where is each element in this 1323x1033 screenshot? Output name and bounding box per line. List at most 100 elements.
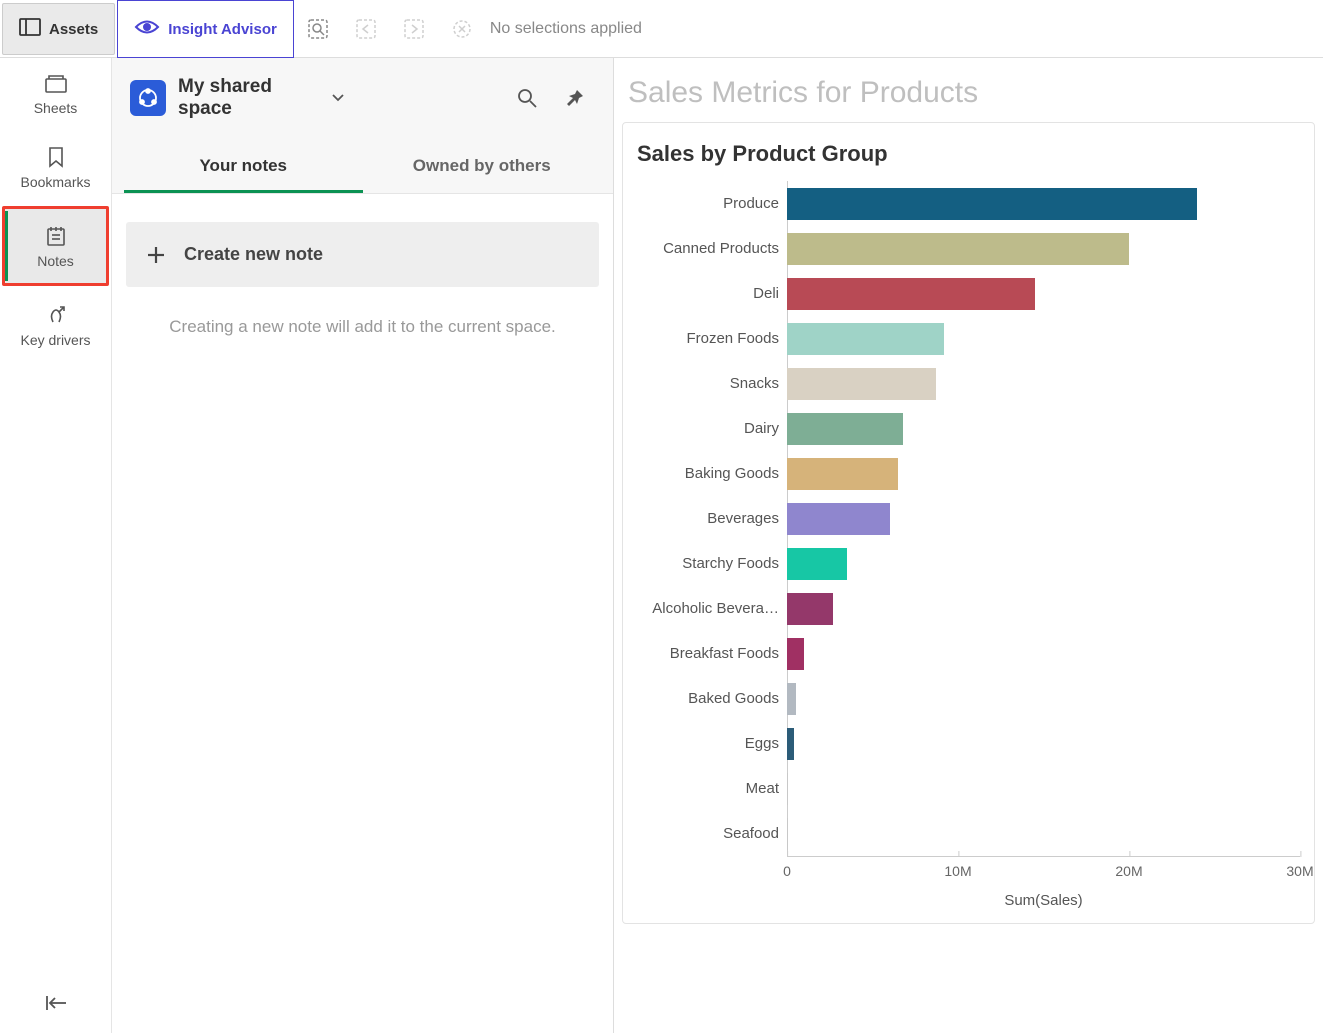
bar-label: Deli: [637, 285, 787, 302]
collapse-nav-button[interactable]: [0, 973, 111, 1033]
bar-fill[interactable]: [787, 413, 903, 445]
nav-keydrivers[interactable]: Key drivers: [0, 288, 111, 362]
bar-fill[interactable]: [787, 683, 796, 715]
bar-fill[interactable]: [787, 323, 944, 355]
bar-row: Canned Products: [637, 226, 1300, 271]
bar-row: Baked Goods: [637, 676, 1300, 721]
bar-row: Meat: [637, 766, 1300, 811]
bar-fill[interactable]: [787, 593, 833, 625]
bar-row: Dairy: [637, 406, 1300, 451]
chart-area: Sales Metrics for Products Sales by Prod…: [614, 58, 1323, 1033]
bar-fill[interactable]: [787, 773, 788, 805]
bar-label: Produce: [637, 195, 787, 212]
bar-label: Beverages: [637, 510, 787, 527]
nav-notes-highlight: Notes: [2, 206, 109, 286]
keydrivers-icon: [45, 304, 67, 326]
bar-label: Breakfast Foods: [637, 645, 787, 662]
bar-row: Starchy Foods: [637, 541, 1300, 586]
x-tick: 20M: [1115, 857, 1142, 879]
bar-label: Canned Products: [637, 240, 787, 257]
bar-fill[interactable]: [787, 458, 898, 490]
notes-panel: My shared space Your notes Owned by othe…: [112, 58, 614, 1033]
bar-chart: Produce Canned Products Deli Frozen Foods Sn…: [637, 181, 1300, 856]
bar-label: Meat: [637, 780, 787, 797]
x-tick: 30M: [1286, 857, 1313, 879]
nav-label: Notes: [37, 253, 74, 269]
top-toolbar: Assets Insight Advisor No selections app…: [0, 0, 1323, 58]
bar-fill[interactable]: [787, 233, 1129, 265]
sheets-icon: [44, 74, 68, 94]
bar-label: Frozen Foods: [637, 330, 787, 347]
pin-icon: [565, 88, 585, 108]
nav-label: Bookmarks: [20, 174, 90, 190]
chart-title: Sales by Product Group: [637, 141, 1300, 167]
space-dropdown[interactable]: [320, 93, 356, 103]
bar-label: Snacks: [637, 375, 787, 392]
bar-row: Deli: [637, 271, 1300, 316]
bar-row: Produce: [637, 181, 1300, 226]
x-axis: 010M20M30M: [787, 856, 1300, 886]
bar-label: Baked Goods: [637, 690, 787, 707]
bar-label: Starchy Foods: [637, 555, 787, 572]
tab-owned-by-others[interactable]: Owned by others: [363, 142, 602, 193]
space-title: My shared space: [178, 76, 308, 120]
bar-row: Beverages: [637, 496, 1300, 541]
nav-label: Sheets: [34, 100, 78, 116]
bar-row: Snacks: [637, 361, 1300, 406]
nav-sheets[interactable]: Sheets: [0, 58, 111, 130]
page-title: Sales Metrics for Products: [614, 76, 1323, 110]
x-axis-label: Sum(Sales): [787, 886, 1300, 913]
bar-fill[interactable]: [787, 188, 1197, 220]
nav-notes[interactable]: Notes: [5, 209, 106, 283]
bar-row: Alcoholic Bevera…: [637, 586, 1300, 631]
notes-tabs: Your notes Owned by others: [124, 142, 601, 193]
bar-label: Alcoholic Bevera…: [637, 600, 787, 617]
search-icon: [516, 87, 538, 109]
bar-fill[interactable]: [787, 278, 1035, 310]
collapse-icon: [44, 994, 68, 1012]
bar-label: Eggs: [637, 735, 787, 752]
insight-label: Insight Advisor: [168, 21, 277, 38]
chevron-down-icon: [331, 93, 345, 103]
bar-row: Baking Goods: [637, 451, 1300, 496]
bar-fill[interactable]: [787, 503, 890, 535]
bar-fill[interactable]: [787, 368, 936, 400]
create-note-button[interactable]: Create new note: [126, 222, 599, 287]
nav-label: Key drivers: [20, 332, 90, 348]
pin-button[interactable]: [557, 88, 593, 108]
assets-button[interactable]: Assets: [2, 3, 115, 55]
bar-label: Baking Goods: [637, 465, 787, 482]
assets-label: Assets: [49, 21, 98, 38]
bar-row: Frozen Foods: [637, 316, 1300, 361]
x-tick: 0: [783, 857, 791, 879]
create-note-hint: Creating a new note will add it to the c…: [126, 317, 599, 337]
nav-bookmarks[interactable]: Bookmarks: [0, 130, 111, 204]
bar-fill[interactable]: [787, 638, 804, 670]
plus-icon: [146, 245, 166, 265]
bar-row: Breakfast Foods: [637, 631, 1300, 676]
x-tick: 10M: [944, 857, 971, 879]
bookmark-icon: [47, 146, 65, 168]
bar-fill[interactable]: [787, 818, 788, 850]
bar-row: Seafood: [637, 811, 1300, 856]
notes-icon: [46, 225, 66, 247]
create-note-label: Create new note: [184, 244, 323, 265]
bar-label: Dairy: [637, 420, 787, 437]
eye-icon: [134, 18, 160, 40]
step-back-icon[interactable]: [342, 0, 390, 57]
smart-search-icon[interactable]: [294, 0, 342, 57]
clear-selections-icon[interactable]: [438, 0, 486, 57]
search-button[interactable]: [509, 87, 545, 109]
tab-your-notes[interactable]: Your notes: [124, 142, 363, 193]
left-nav: Sheets Bookmarks Notes Key drivers: [0, 58, 112, 1033]
panel-icon: [19, 18, 41, 40]
step-forward-icon[interactable]: [390, 0, 438, 57]
no-selections-text: No selections applied: [486, 0, 642, 57]
bar-fill[interactable]: [787, 548, 847, 580]
bar-label: Seafood: [637, 825, 787, 842]
space-icon: [130, 80, 166, 116]
bar-fill[interactable]: [787, 728, 794, 760]
chart-card: Sales by Product Group Produce Canned Pro…: [622, 122, 1315, 924]
bar-row: Eggs: [637, 721, 1300, 766]
insight-advisor-button[interactable]: Insight Advisor: [117, 0, 294, 58]
